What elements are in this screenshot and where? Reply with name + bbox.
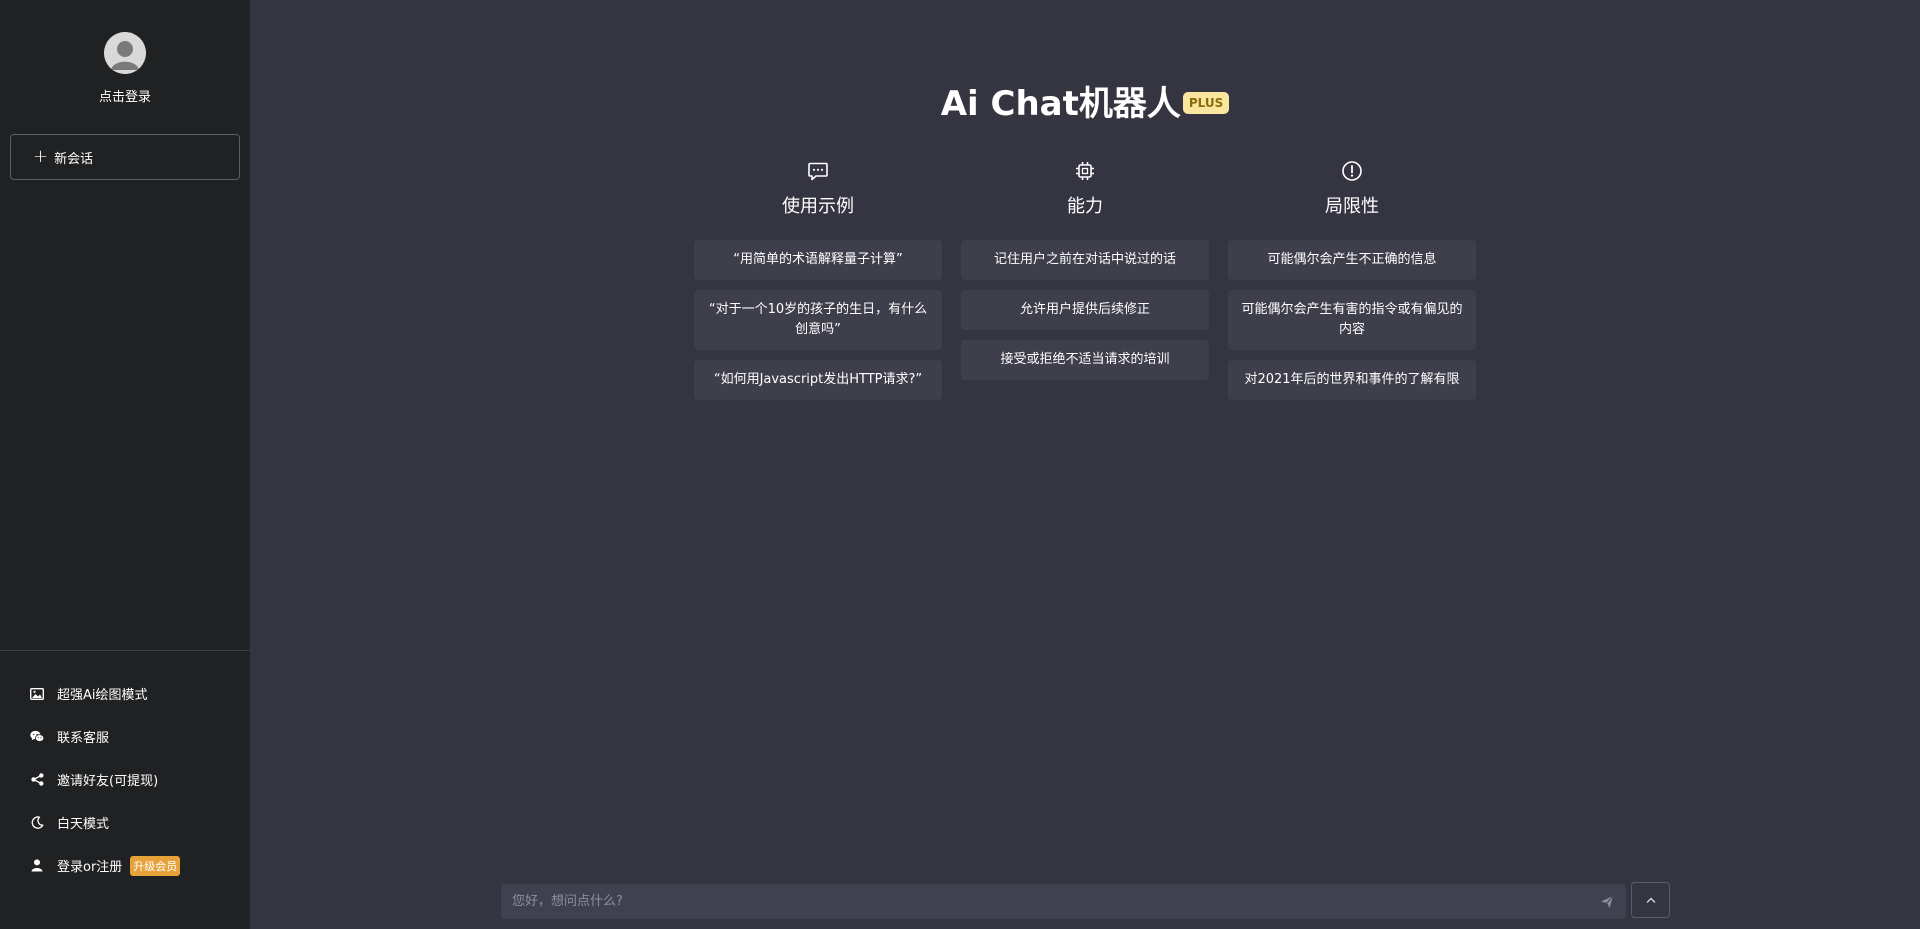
chat-input[interactable] [501, 893, 1592, 910]
cpu-icon [961, 158, 1209, 184]
menu-item-label: 登录or注册 [57, 860, 123, 875]
menu-item-contact-support[interactable]: 联系客服 [0, 715, 250, 758]
menu-item-label: 超强Ai绘图模式 [57, 688, 148, 703]
sidebar: 点击登录 + 新会话 超强Ai绘图模式 联系客服 邀请好友(可提现) 白天模式 … [0, 0, 250, 929]
example-card[interactable]: “对于一个10岁的孩子的生日，有什么创意吗” [694, 290, 942, 350]
menu-item-label: 邀请好友(可提现) [57, 774, 159, 789]
chevron-up-icon [1646, 897, 1655, 903]
upgrade-vip-badge[interactable]: 升级会员 [130, 855, 181, 876]
default-user-icon [104, 32, 146, 74]
column-title: 局限性 [1325, 196, 1379, 217]
avatar[interactable] [104, 32, 146, 74]
plus-icon: + [33, 146, 49, 167]
chat-input-bar [501, 884, 1626, 919]
wechat-icon [30, 730, 44, 744]
chat-bubble-icon [694, 158, 942, 184]
column-title: 使用示例 [782, 196, 854, 217]
menu-item-ai-drawing[interactable]: 超强Ai绘图模式 [0, 672, 250, 715]
share-icon [30, 773, 44, 787]
user-icon [30, 859, 44, 873]
capability-card: 记住用户之前在对话中说过的话 [961, 240, 1209, 280]
limitation-card: 可能偶尔会产生不正确的信息 [1228, 240, 1476, 280]
menu-item-day-mode[interactable]: 白天模式 [0, 801, 250, 844]
intro-columns: 使用示例 “用简单的术语解释量子计算” “对于一个10岁的孩子的生日，有什么创意… [694, 158, 1476, 400]
send-icon [1601, 895, 1614, 908]
warning-circle-icon [1228, 158, 1476, 184]
example-card[interactable]: “如何用Javascript发出HTTP请求?” [694, 360, 942, 400]
new-chat-button[interactable]: + 新会话 [10, 134, 240, 180]
column-limitations: 局限性 可能偶尔会产生不正确的信息 可能偶尔会产生有害的指令或有偏见的内容 对2… [1228, 158, 1476, 400]
main-panel: Ai Chat机器人 PLUS 使用示例 “用简单的术语解释量子计算” “对于一个… [250, 0, 1920, 929]
profile-section: 点击登录 [0, 32, 250, 105]
menu-item-invite-friends[interactable]: 邀请好友(可提现) [0, 758, 250, 801]
card-list: “用简单的术语解释量子计算” “对于一个10岁的孩子的生日，有什么创意吗” “如… [694, 240, 942, 400]
menu-item-login-register[interactable]: 登录or注册 升级会员 [0, 844, 250, 887]
title-wrap: Ai Chat机器人 PLUS [250, 76, 1920, 125]
column-examples: 使用示例 “用简单的术语解释量子计算” “对于一个10岁的孩子的生日，有什么创意… [694, 158, 942, 400]
page-title: Ai Chat机器人 [940, 84, 1181, 124]
scroll-up-button[interactable] [1631, 882, 1670, 918]
send-button[interactable] [1592, 887, 1622, 917]
card-list: 可能偶尔会产生不正确的信息 可能偶尔会产生有害的指令或有偏见的内容 对2021年… [1228, 240, 1476, 400]
login-link[interactable]: 点击登录 [0, 86, 250, 105]
menu-item-label: 联系客服 [57, 731, 110, 746]
new-chat-label: 新会话 [54, 151, 94, 167]
card-list: 记住用户之前在对话中说过的话 允许用户提供后续修正 接受或拒绝不适当请求的培训 [961, 240, 1209, 380]
plus-badge: PLUS [1182, 92, 1230, 114]
menu-item-label: 白天模式 [57, 817, 110, 832]
capability-card: 允许用户提供后续修正 [961, 290, 1209, 330]
column-capabilities: 能力 记住用户之前在对话中说过的话 允许用户提供后续修正 接受或拒绝不适当请求的… [961, 158, 1209, 400]
capability-card: 接受或拒绝不适当请求的培训 [961, 340, 1209, 380]
sidebar-divider [0, 650, 250, 651]
image-icon [30, 687, 44, 701]
example-card[interactable]: “用简单的术语解释量子计算” [694, 240, 942, 280]
limitation-card: 对2021年后的世界和事件的了解有限 [1228, 360, 1476, 400]
sidebar-menu: 超强Ai绘图模式 联系客服 邀请好友(可提现) 白天模式 登录or注册 升级会员 [0, 672, 250, 887]
limitation-card: 可能偶尔会产生有害的指令或有偏见的内容 [1228, 290, 1476, 350]
moon-icon [30, 816, 44, 830]
column-title: 能力 [1067, 196, 1103, 217]
